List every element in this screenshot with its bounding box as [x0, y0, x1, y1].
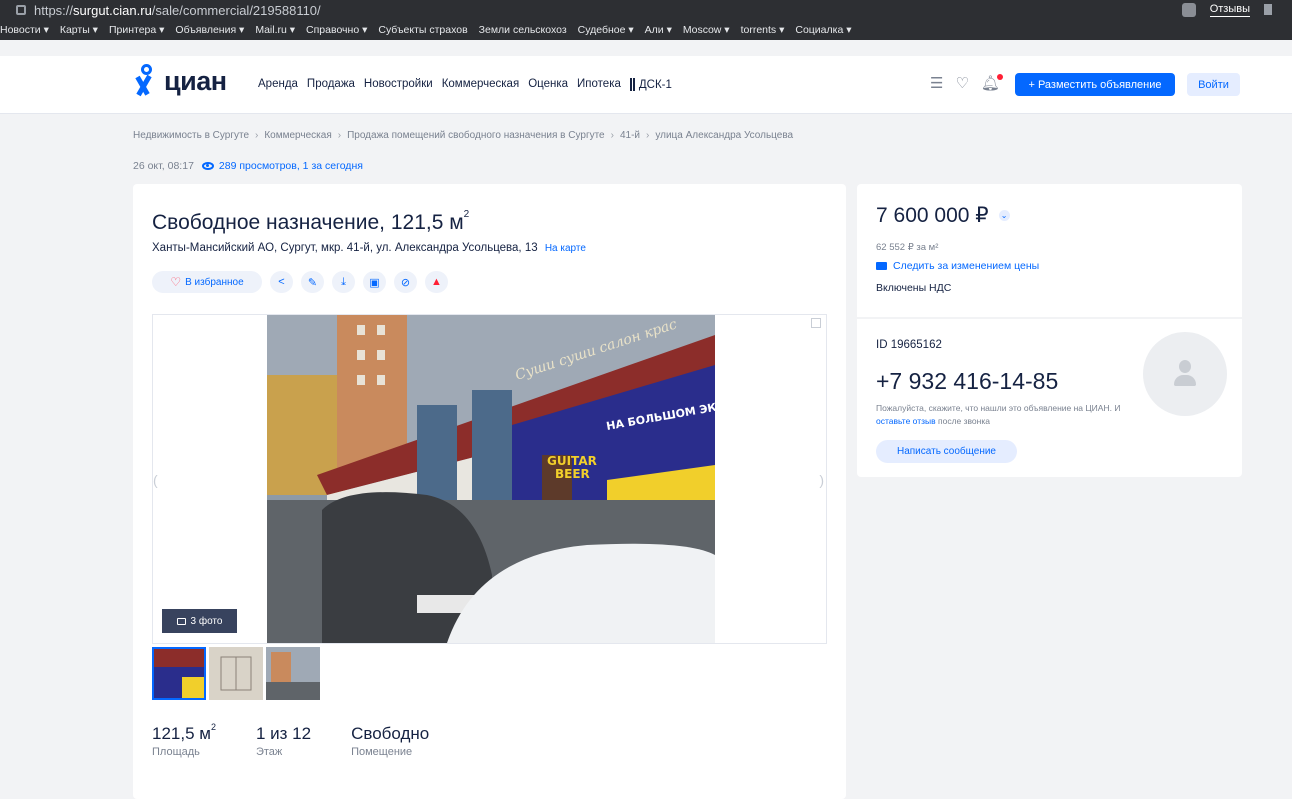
bookmark-printers[interactable]: Принтера ▾ [109, 24, 164, 36]
leave-review-link[interactable]: оставьте отзыв [876, 416, 936, 426]
bookmark-court[interactable]: Судебное ▾ [578, 24, 634, 36]
nav-new-buildings[interactable]: Новостройки [364, 78, 433, 91]
photo-beer-text: BEER [555, 467, 590, 481]
complain-button[interactable]: ▲ [425, 271, 448, 293]
listing-card: Свободное назначение, 121,5 м2 Ханты-Ман… [133, 184, 846, 799]
main-photo[interactable]: Суши суши салон крас НА БОЛЬШОМ ЭКРАНЕ G… [267, 315, 715, 643]
nav-rent[interactable]: Аренда [258, 78, 298, 91]
agent-id: ID 19665162 [876, 339, 942, 351]
add-favorite-button[interactable]: ♡ В избранное [152, 271, 262, 293]
fullscreen-icon[interactable] [811, 318, 821, 328]
photo-thumbnails [152, 647, 320, 700]
logo-text: циан [164, 65, 227, 96]
contact-note: Пожалуйста, скажите, что нашли это объяв… [876, 403, 1121, 426]
nav-commercial[interactable]: Коммерческая [442, 78, 520, 91]
bookmark-social[interactable]: Социалка ▾ [795, 24, 851, 36]
hide-button[interactable]: ⊘ [394, 271, 417, 293]
watch-price-link[interactable]: Следить за изменением цены [876, 260, 1039, 272]
breadcrumb: Недвижимость в Сургуте › Коммерческая › Пр… [133, 130, 794, 141]
bookmark-ads[interactable]: Объявления ▾ [175, 24, 244, 36]
bookmark-insurance[interactable]: Субъекты страхов [378, 24, 467, 36]
logo-icon [133, 64, 161, 98]
bookmark-torrents[interactable]: torrents ▾ [741, 24, 785, 36]
vat-info: Включены НДС [876, 282, 952, 294]
photo-count-badge[interactable]: 3 фото [162, 609, 237, 633]
breadcrumb-item[interactable]: Продажа помещений свободного назначения … [347, 130, 605, 141]
main-nav: Аренда Продажа Новостройки Коммерческая … [258, 78, 672, 91]
breadcrumb-item[interactable]: Недвижимость в Сургуте [133, 130, 249, 141]
thumbnail-1[interactable] [152, 647, 206, 700]
url-text[interactable]: https://surgut.cian.ru/sale/commercial/2… [34, 3, 321, 18]
download-icon: ⤓ [341, 275, 346, 288]
listing-address: Ханты-Мансийский АО, Сургут, мкр. 41-й, … [152, 242, 586, 254]
bookmark-ali[interactable]: Али ▾ [645, 24, 672, 36]
listing-facts: 121,5 м2 Площадь 1 из 12 Этаж Свободно П… [152, 722, 430, 758]
bookmark-icon[interactable] [1264, 4, 1272, 15]
favorites-heart-icon[interactable]: ♡ [955, 76, 968, 92]
fact-area: 121,5 м2 Площадь [152, 722, 216, 758]
avatar [1143, 332, 1227, 416]
nav-dsk[interactable]: ДСК-1 [629, 78, 672, 91]
breadcrumb-item[interactable]: 41-й [620, 130, 640, 141]
mail-icon [876, 262, 887, 270]
bookmark-maps[interactable]: Карты ▾ [60, 24, 98, 36]
warning-icon: ▲ [431, 276, 442, 288]
thumbnail-3[interactable] [266, 647, 320, 700]
notifications-bell-icon[interactable]: 🔔︎ [981, 74, 1003, 92]
dsk-icon [629, 78, 632, 91]
compare-icon[interactable]: ☰ [930, 76, 943, 92]
lock-icon [16, 5, 26, 15]
login-button[interactable]: Войти [1187, 73, 1240, 96]
listing-actions: ♡ В избранное < ✎ ⤓ ▣ ⊘ ▲ [152, 271, 448, 293]
browser-address-bar[interactable]: https://surgut.cian.ru/sale/commercial/2… [0, 0, 1292, 20]
bookmarks-bar: Новости ▾ Карты ▾ Принтера ▾ Объявления … [0, 20, 1292, 40]
contact-card: ID 19665162 +7 932 416-14-85 Пожалуйста,… [857, 319, 1242, 477]
nav-mortgage[interactable]: Ипотека [577, 78, 621, 91]
bookmark-mailru[interactable]: Mail.ru ▾ [255, 24, 295, 36]
listing-title: Свободное назначение, 121,5 м2 [152, 209, 470, 234]
hide-icon: ⊘ [400, 276, 411, 289]
download-button[interactable]: ⤓ [332, 271, 355, 293]
share-button[interactable]: < [270, 271, 293, 293]
publish-date: 26 окт, 08:17 [133, 160, 194, 172]
prev-arrow-icon[interactable]: ( [153, 472, 158, 488]
breadcrumb-item[interactable]: улица Александра Усольцева [655, 130, 793, 141]
fact-floor: 1 из 12 Этаж [255, 724, 312, 758]
phone-number[interactable]: +7 932 416-14-85 [876, 368, 1058, 395]
photo-gallery: ( ) Суши суши салон крас НА БОЛЬШОМ ЭКРА… [152, 314, 827, 644]
post-ad-button[interactable]: + Разместить объявление [1015, 73, 1175, 96]
print-icon: ▣ [369, 276, 380, 289]
edit-button[interactable]: ✎ [301, 271, 324, 293]
bookmark-reference[interactable]: Справочно ▾ [306, 24, 367, 36]
price-value: 7 600 000 ₽ ⌄ [876, 203, 1010, 228]
bookmark-farmland[interactable]: Земли сельскохоз [479, 24, 567, 36]
camera-icon [176, 617, 186, 625]
listing-meta: 26 окт, 08:17 289 просмотров, 1 за сегод… [133, 160, 363, 172]
extension-icon[interactable] [1181, 2, 1196, 17]
eye-icon [201, 162, 214, 170]
pencil-icon: ✎ [307, 276, 318, 289]
bookmark-moscow[interactable]: Moscow ▾ [683, 24, 730, 36]
site-header: циан Аренда Продажа Новостройки Коммерче… [0, 56, 1292, 114]
chevron-down-icon[interactable]: ⌄ [998, 210, 1010, 221]
print-button[interactable]: ▣ [363, 271, 386, 293]
heart-icon: ♡ [170, 275, 182, 289]
nav-valuation[interactable]: Оценка [528, 78, 568, 91]
price-card: 7 600 000 ₽ ⌄ 62 552 ₽ за м² Следить за … [857, 184, 1242, 317]
nav-sale[interactable]: Продажа [307, 78, 355, 91]
user-icon [1179, 360, 1191, 373]
share-icon: < [278, 276, 285, 288]
write-message-button[interactable]: Написать сообщение [876, 440, 1017, 463]
thumbnail-2[interactable] [209, 647, 263, 700]
breadcrumb-item[interactable]: Коммерческая [264, 130, 331, 141]
cian-logo[interactable]: циан [133, 64, 227, 98]
price-per-meter: 62 552 ₽ за м² [876, 242, 939, 253]
photo-guitar-text: GUITAR [547, 454, 597, 468]
reviews-link[interactable]: Отзывы [1209, 2, 1250, 17]
map-link[interactable]: На карте [545, 243, 586, 254]
views-link[interactable]: 289 просмотров, 1 за сегодня [201, 160, 363, 172]
fact-premises: Свободно Помещение [351, 724, 430, 758]
bookmark-news[interactable]: Новости ▾ [0, 24, 49, 36]
next-arrow-icon[interactable]: ) [819, 472, 824, 488]
